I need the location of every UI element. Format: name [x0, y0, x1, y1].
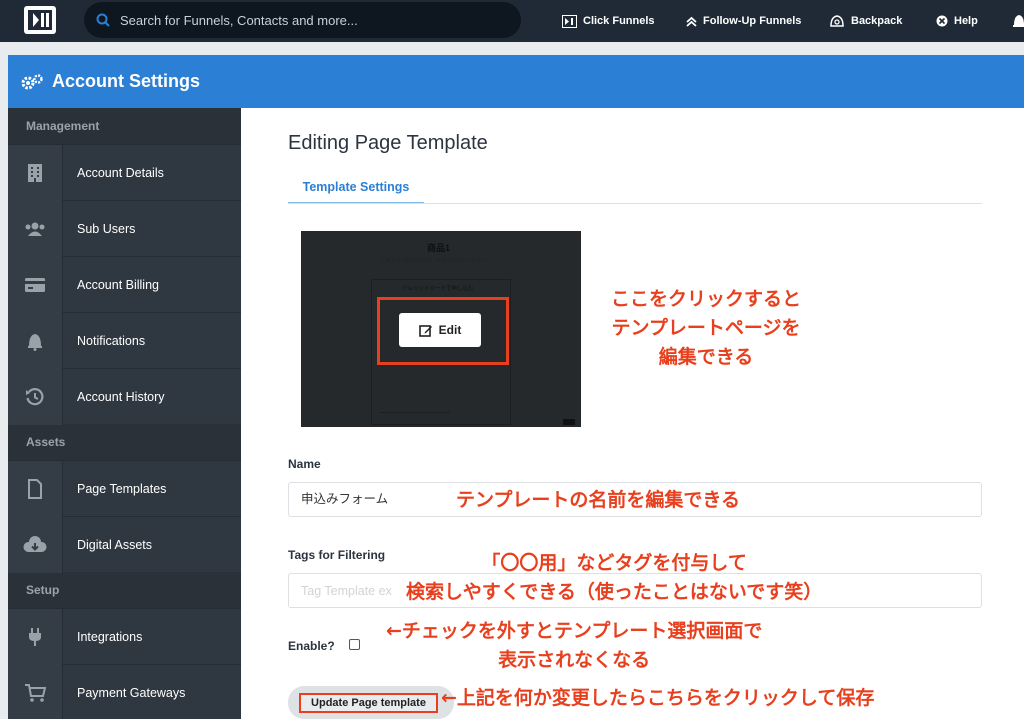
nav-click-funnels[interactable]: Click Funnels	[562, 0, 655, 42]
sidebar-item-label: Account Details	[77, 165, 164, 180]
annotation-tags: 「〇〇用」などタグを付与して 検索しやすくできる（使ったことはないです笑）	[406, 549, 822, 607]
nav-follow-up-funnels[interactable]: Follow-Up Funnels	[686, 0, 801, 42]
help-icon	[936, 15, 948, 27]
sidebar-item-page-templates[interactable]: Page Templates	[8, 460, 241, 517]
credit-card-icon	[25, 277, 45, 292]
annotation-enable: ←チェックを外すとテンプレート選択画面で 表示されなくなる	[386, 617, 762, 675]
sidebar-item-label: Notifications	[77, 333, 146, 348]
annotation-line: 表示されなくなる	[498, 649, 651, 671]
clickfunnels-logo[interactable]	[24, 6, 56, 34]
annotation-line: ←チェックを外すとテンプレート選択画面で	[386, 620, 763, 642]
update-page-template-button[interactable]: Update Page template	[299, 693, 438, 713]
clickfunnels-icon	[562, 14, 577, 28]
header-title: Account Settings	[52, 71, 201, 91]
bell-icon[interactable]	[1012, 12, 1024, 30]
sidebar-item-label: Account History	[77, 389, 165, 404]
tags-label: Tags for Filtering	[288, 548, 386, 562]
preview-line	[380, 412, 450, 413]
enable-label: Enable?	[288, 639, 335, 653]
sidebar-item-label: Page Templates	[77, 481, 167, 496]
cart-icon	[25, 683, 46, 702]
users-icon	[25, 222, 45, 236]
enable-checkbox[interactable]	[349, 639, 360, 650]
annotation-update: ←上記を何か変更したらこちらをクリックして保存	[441, 687, 875, 709]
annotation-line: ここをクリックすると	[611, 288, 802, 310]
preview-card-title: クレジットカードで申し込む	[402, 286, 474, 292]
backpack-icon	[830, 15, 844, 27]
sidebar-item-label: Account Billing	[77, 277, 159, 292]
nav-label: Help	[954, 15, 978, 27]
nav-label: Click Funnels	[583, 15, 655, 27]
top-bar: Click Funnels Follow-Up Funnels Backpack…	[0, 0, 1024, 42]
main-panel: Editing Page Template Template Settings …	[241, 108, 1024, 719]
cloud-download-icon	[23, 535, 47, 552]
search-icon	[96, 13, 110, 27]
plug-icon	[29, 627, 41, 646]
sidebar-section-management: Management	[8, 108, 241, 144]
sidebar-section-assets: Assets	[8, 424, 241, 460]
annotation-name: テンプレートの名前を編集できる	[456, 489, 741, 511]
file-icon	[28, 478, 42, 499]
preview-badge	[563, 419, 575, 425]
preview-subtitle: ご購入をご希望の方は、お問い合わせください。	[381, 258, 492, 264]
double-chevron-up-icon	[686, 16, 697, 27]
preview-title: 商品1	[427, 243, 451, 253]
sidebar-section-setup: Setup	[8, 572, 241, 608]
annotation-line: 「〇〇用」などタグを付与して	[481, 552, 747, 574]
sidebar-item-label: Sub Users	[77, 221, 136, 236]
annotation-line: 検索しやすくできる（使ったことはないです笑）	[406, 581, 823, 603]
nav-backpack[interactable]: Backpack	[829, 0, 902, 42]
sidebar-item-integrations[interactable]: Integrations	[8, 608, 241, 665]
sidebar-item-payment-gateways[interactable]: Payment Gateways	[8, 664, 241, 719]
gears-icon	[21, 73, 43, 89]
building-icon	[28, 163, 42, 182]
name-label: Name	[288, 457, 321, 471]
sidebar-item-notifications[interactable]: Notifications	[8, 312, 241, 369]
sidebar-item-label: Integrations	[77, 629, 143, 644]
sidebar-item-account-billing[interactable]: Account Billing	[8, 256, 241, 313]
history-icon	[26, 387, 44, 405]
sidebar: Management Account Details Sub Users Acc…	[8, 108, 241, 719]
template-preview: 商品1 ご購入をご希望の方は、お問い合わせください。 クレジットカードで申し込む…	[301, 231, 581, 427]
tab-template-settings[interactable]: Template Settings	[288, 172, 424, 204]
sidebar-item-digital-assets[interactable]: Digital Assets	[8, 516, 241, 573]
sidebar-item-label: Payment Gateways	[77, 685, 186, 700]
bell-icon	[28, 333, 42, 351]
nav-label: Backpack	[851, 15, 903, 27]
tab-divider	[288, 203, 982, 204]
annotation-line: 編集できる	[658, 346, 754, 368]
annotation-edit: ここをクリックすると テンプレートページを 編集できる	[611, 285, 801, 372]
sidebar-item-sub-users[interactable]: Sub Users	[8, 200, 241, 257]
search-bar[interactable]	[84, 2, 521, 38]
sidebar-item-label: Digital Assets	[77, 537, 153, 552]
sidebar-item-account-history[interactable]: Account History	[8, 368, 241, 425]
search-input[interactable]	[120, 12, 500, 28]
nav-label: Follow-Up Funnels	[703, 15, 802, 27]
page-title: Editing Page Template	[288, 132, 488, 154]
page-header: Account Settings	[8, 55, 1024, 108]
edit-icon	[418, 324, 432, 337]
nav-help[interactable]: Help	[936, 0, 978, 42]
edit-button-label: Edit	[438, 323, 462, 337]
sidebar-item-account-details[interactable]: Account Details	[8, 144, 241, 201]
annotation-line: テンプレートページを	[611, 317, 801, 339]
edit-button[interactable]: Edit	[399, 313, 481, 347]
